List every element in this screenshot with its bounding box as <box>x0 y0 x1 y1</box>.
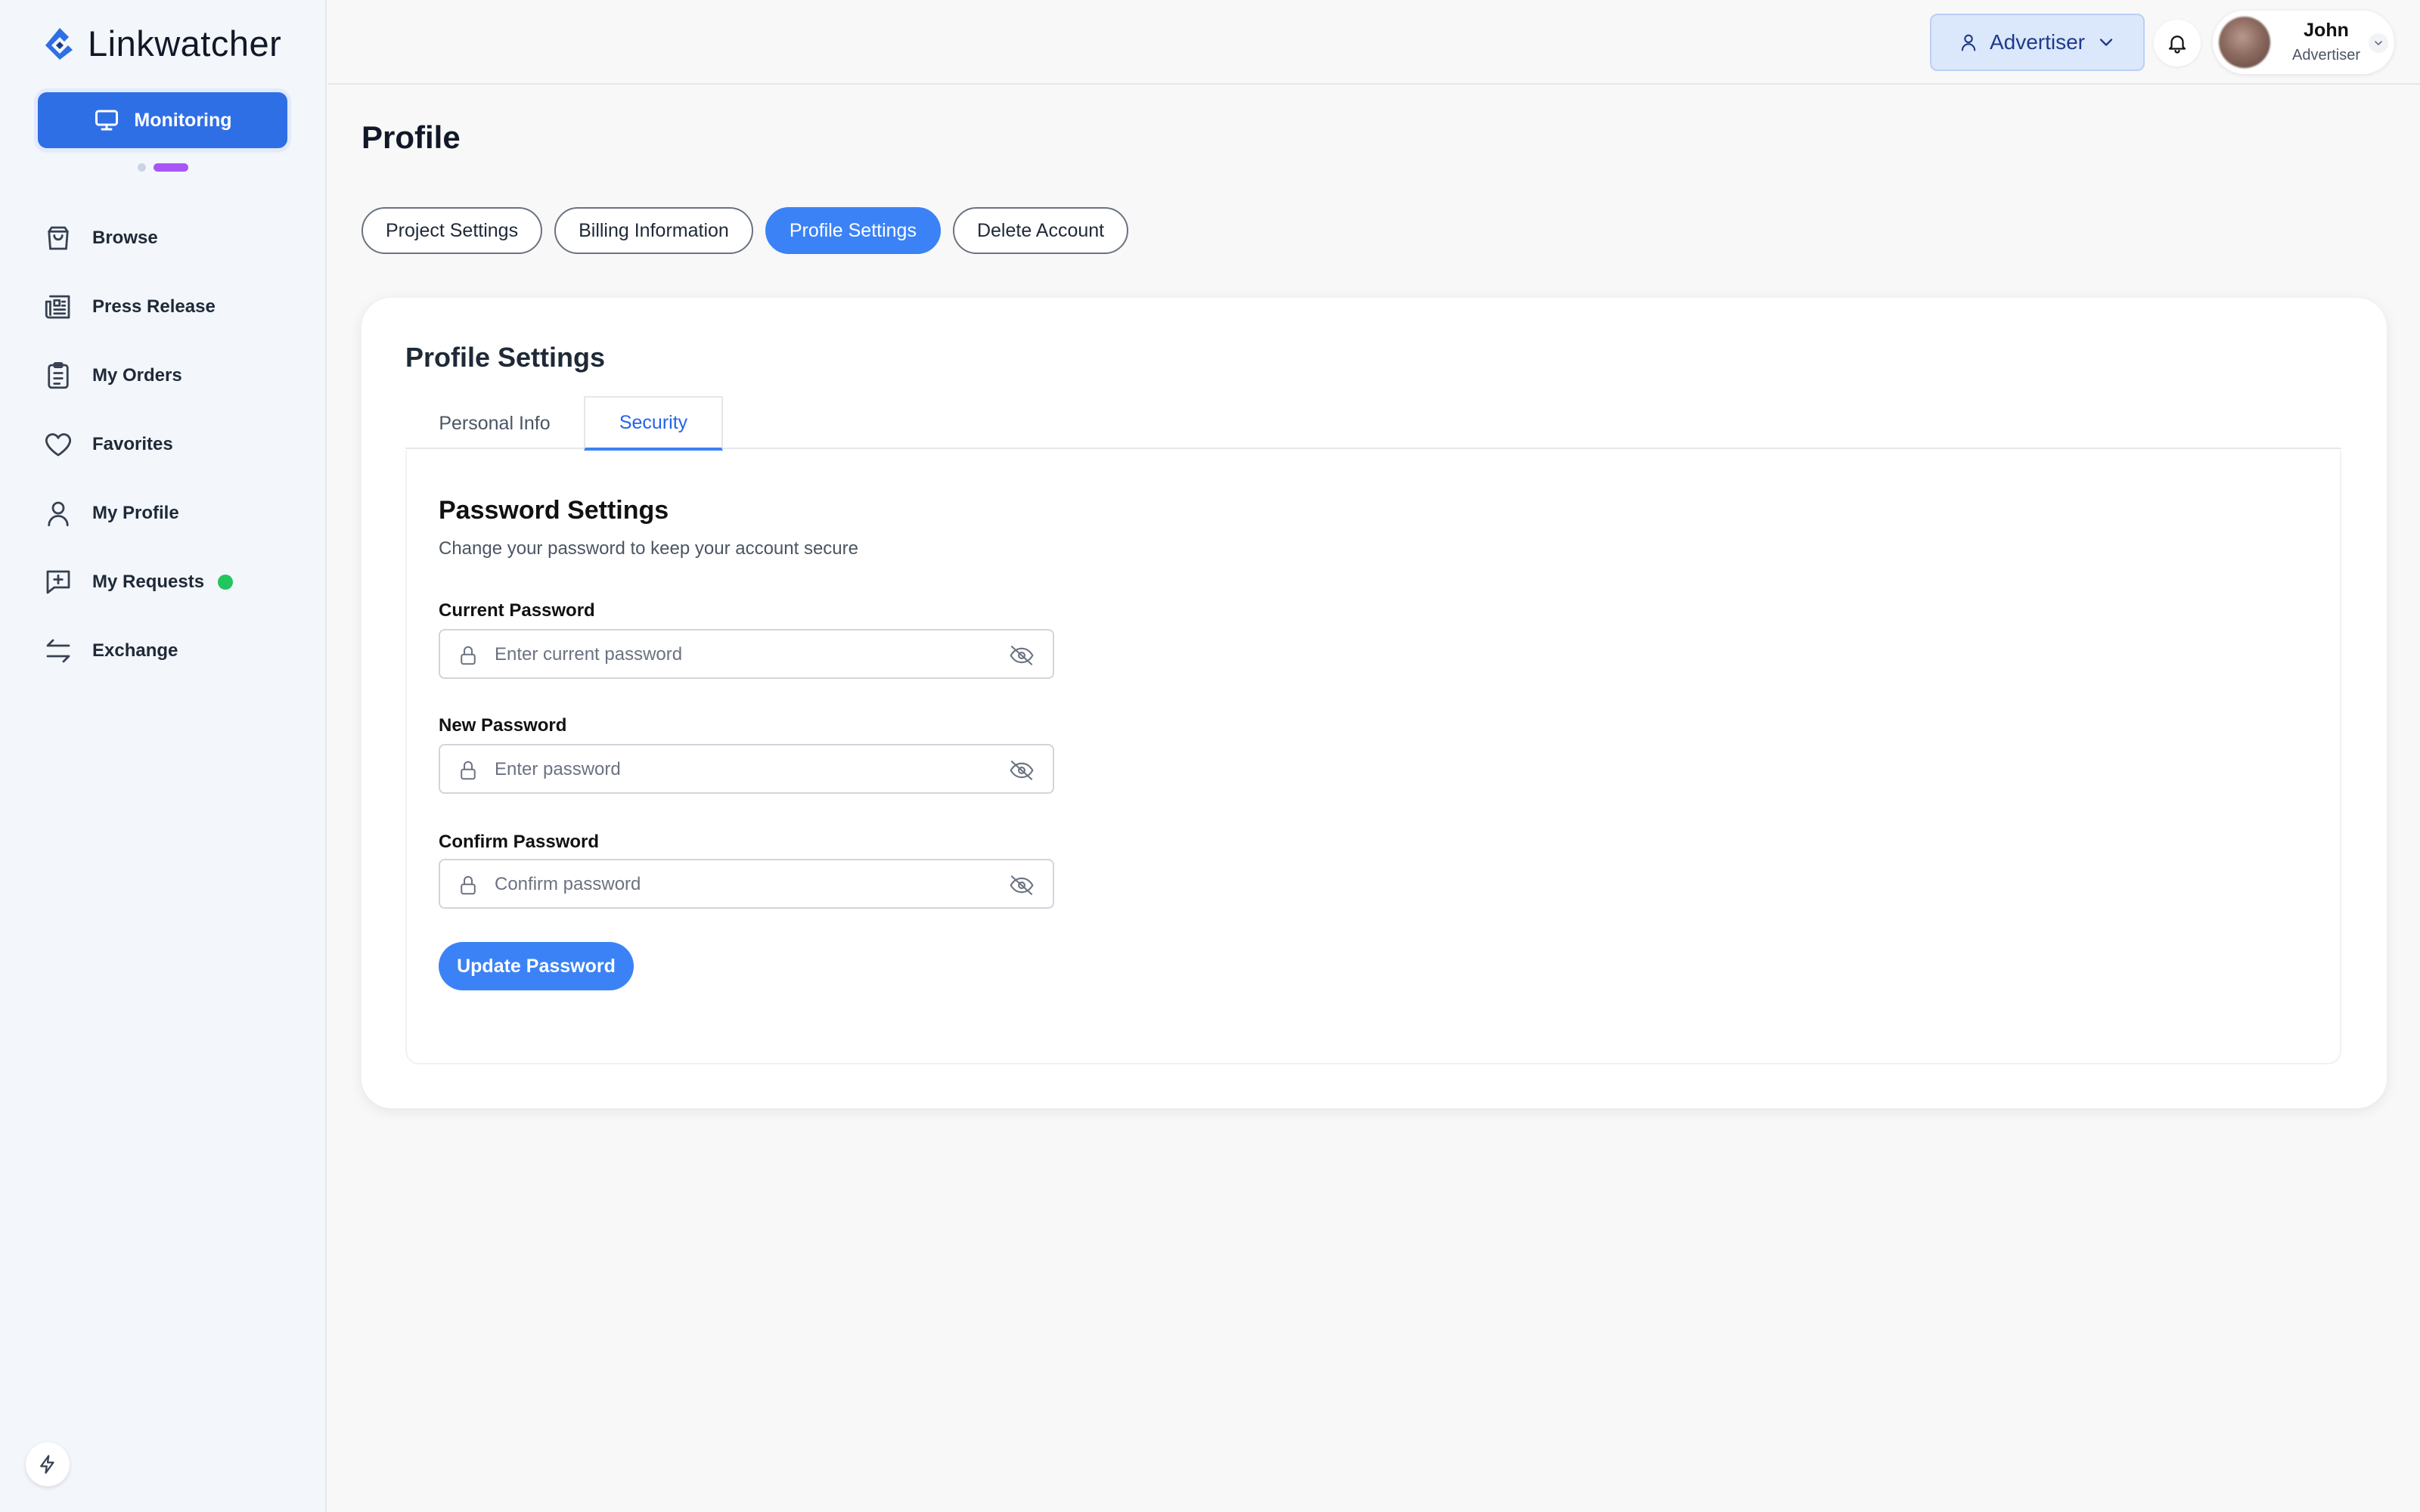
sidebar-item-label: My Orders <box>92 365 182 386</box>
eye-off-icon[interactable] <box>1009 759 1035 782</box>
sidebar-item-press-release[interactable]: Press Release <box>42 288 315 326</box>
chevron-down-icon <box>2375 41 2382 45</box>
notifications-button[interactable] <box>2154 20 2201 67</box>
user-name: John <box>2304 20 2349 41</box>
sidebar-item-my-requests[interactable]: My Requests <box>42 563 315 601</box>
sidebar-item-exchange[interactable]: Exchange <box>42 632 315 670</box>
tab-project-settings[interactable]: Project Settings <box>361 207 543 254</box>
profile-settings-card: Profile Settings Personal Info Security … <box>361 298 2387 1108</box>
current-password-input[interactable] <box>495 638 986 671</box>
avatar <box>2219 17 2270 68</box>
linkwatcher-logo-icon <box>45 27 73 60</box>
sidebar-item-label: Favorites <box>92 434 173 454</box>
sidebar-item-my-orders[interactable]: My Orders <box>42 357 315 395</box>
sidebar-nav: Browse Press Release My Orders Favorites… <box>42 219 315 701</box>
role-selector[interactable]: Advertiser <box>1930 14 2145 71</box>
update-password-button[interactable]: Update Password <box>439 942 634 990</box>
sidebar-item-label: My Profile <box>92 503 179 523</box>
user-icon <box>1961 34 1976 51</box>
new-password-input[interactable] <box>495 753 986 786</box>
role-selector-label: Advertiser <box>1989 30 2086 54</box>
sidebar-item-label: Browse <box>92 228 158 248</box>
sidebar-item-label: Press Release <box>92 296 216 317</box>
tab-billing-information[interactable]: Billing Information <box>554 207 753 254</box>
carousel-dot[interactable] <box>138 163 146 172</box>
new-password-field <box>439 744 1054 794</box>
message-plus-icon <box>46 570 70 594</box>
lock-icon <box>461 761 476 780</box>
password-settings-title: Password Settings <box>439 496 669 525</box>
password-settings-subtitle: Change your password to keep your accoun… <box>439 538 858 559</box>
shopping-bag-icon <box>48 226 69 250</box>
chevron-down-icon <box>2099 39 2113 46</box>
confirm-password-input[interactable] <box>495 868 986 901</box>
carousel-dot-active[interactable] <box>154 163 188 172</box>
subtab-security[interactable]: Security <box>584 396 723 451</box>
page-title: Profile <box>361 119 461 155</box>
settings-subtabs: Personal Info Security <box>405 396 2341 451</box>
quick-action-button[interactable] <box>26 1442 70 1486</box>
card-title: Profile Settings <box>405 342 606 373</box>
monitor-icon <box>95 110 119 131</box>
monitoring-label: Monitoring <box>134 109 232 131</box>
eye-off-icon[interactable] <box>1009 874 1035 897</box>
lightning-icon <box>40 1455 54 1474</box>
current-password-label: Current Password <box>439 600 595 621</box>
exchange-icon <box>46 639 70 663</box>
clipboard-icon <box>48 361 69 389</box>
user-icon <box>48 501 69 527</box>
security-panel: Password Settings Change your password t… <box>405 451 2341 1064</box>
lock-icon <box>461 646 476 665</box>
sidebar-item-label: My Requests <box>92 572 205 592</box>
current-password-field <box>439 629 1054 679</box>
monitoring-button[interactable]: Monitoring <box>38 92 287 148</box>
app-logo[interactable]: Linkwatcher <box>41 23 281 64</box>
sidebar-item-favorites[interactable]: Favorites <box>42 426 315 463</box>
sidebar: Linkwatcher Monitoring Browse Press Rele… <box>0 0 327 1512</box>
sidebar-item-browse[interactable]: Browse <box>42 219 315 257</box>
eye-off-icon[interactable] <box>1009 644 1035 667</box>
tab-profile-settings[interactable]: Profile Settings <box>765 207 941 254</box>
user-menu[interactable]: John Advertiser <box>2213 11 2394 74</box>
newspaper-icon <box>45 295 70 319</box>
subtab-personal-info[interactable]: Personal Info <box>405 396 584 451</box>
app-name: Linkwatcher <box>88 23 282 64</box>
user-menu-chevron[interactable] <box>2369 33 2388 53</box>
new-password-label: New Password <box>439 715 567 736</box>
sidebar-item-my-profile[interactable]: My Profile <box>42 494 315 532</box>
carousel-indicator <box>138 163 188 172</box>
user-role: Advertiser <box>2291 47 2361 64</box>
heart-icon <box>45 433 71 457</box>
lock-icon <box>461 875 476 895</box>
confirm-password-label: Confirm Password <box>439 832 600 852</box>
confirm-password-field <box>439 859 1054 909</box>
profile-tabs: Project Settings Billing Information Pro… <box>361 207 1129 254</box>
sidebar-item-label: Exchange <box>92 640 178 661</box>
bell-icon <box>2168 36 2186 54</box>
tab-delete-account[interactable]: Delete Account <box>952 207 1129 254</box>
notification-badge <box>218 575 234 590</box>
